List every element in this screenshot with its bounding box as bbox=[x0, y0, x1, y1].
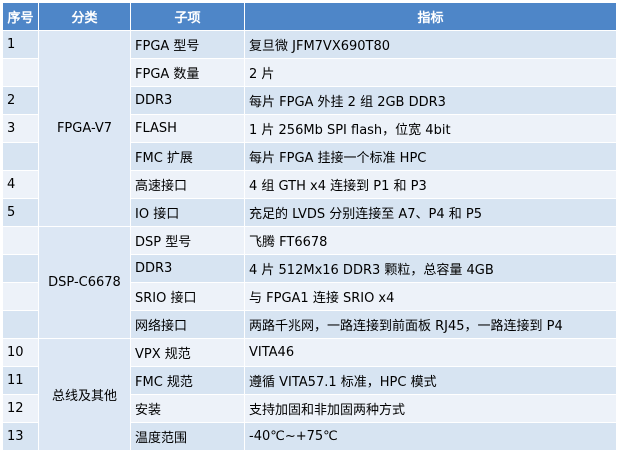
row-item: DDR3 bbox=[130, 86, 245, 115]
row-spec: 充足的 LVDS 分别连接至 A7、P4 和 P5 bbox=[244, 198, 617, 227]
category-fpga: FPGA-V7 bbox=[38, 30, 131, 227]
row-item: SRIO 接口 bbox=[130, 282, 245, 311]
table-row: DSP-C6678 DSP 型号 飞腾 FT6678 bbox=[2, 226, 617, 339]
row-item: VPX 规范 bbox=[130, 338, 245, 367]
row-number bbox=[2, 142, 39, 171]
row-number: 11 bbox=[2, 366, 39, 395]
row-spec: 每片 FPGA 挂接一个标准 HPC bbox=[244, 142, 617, 171]
row-spec: 飞腾 FT6678 bbox=[244, 226, 617, 255]
row-number bbox=[2, 254, 39, 283]
row-spec: 支持加固和非加固两种方式 bbox=[244, 394, 617, 423]
row-number: 5 bbox=[2, 198, 39, 227]
row-number: 10 bbox=[2, 338, 39, 367]
row-spec: 与 FPGA1 连接 SRIO x4 bbox=[244, 282, 617, 311]
header-spec: 指标 bbox=[244, 2, 617, 31]
row-item: 温度范围 bbox=[130, 422, 245, 451]
row-number bbox=[2, 58, 39, 87]
row-number bbox=[2, 282, 39, 311]
row-number: 4 bbox=[2, 170, 39, 199]
header-item: 子项 bbox=[130, 2, 245, 31]
row-number: 3 bbox=[2, 114, 39, 143]
row-item: DDR3 bbox=[130, 254, 245, 283]
row-item: FPGA 型号 bbox=[130, 30, 245, 59]
spec-table: 序号 分类 子项 指标 1 FPGA-V7 FPGA 型号 复旦微 JFM7VX… bbox=[2, 2, 617, 451]
row-spec: 4 片 512Mx16 DDR3 颗粒，总容量 4GB bbox=[244, 254, 617, 283]
header-no: 序号 bbox=[2, 2, 39, 31]
row-spec: 复旦微 JFM7VX690T80 bbox=[244, 30, 617, 59]
row-item: FMC 扩展 bbox=[130, 142, 245, 171]
row-item: IO 接口 bbox=[130, 198, 245, 227]
row-spec: 1 片 256Mb SPI flash，位宽 4bit bbox=[244, 114, 617, 143]
row-number bbox=[2, 310, 39, 339]
row-item: 网络接口 bbox=[130, 310, 245, 339]
row-spec: 4 组 GTH x4 连接到 P1 和 P3 bbox=[244, 170, 617, 199]
row-item: 高速接口 bbox=[130, 170, 245, 199]
header-category: 分类 bbox=[38, 2, 131, 31]
row-spec: 每片 FPGA 外挂 2 组 2GB DDR3 bbox=[244, 86, 617, 115]
header-row: 序号 分类 子项 指标 bbox=[2, 2, 617, 31]
row-spec: 两路千兆网，一路连接到前面板 RJ45，一路连接到 P4 bbox=[244, 310, 617, 339]
category-dsp: DSP-C6678 bbox=[38, 226, 131, 339]
row-item: FPGA 数量 bbox=[130, 58, 245, 87]
row-item: FMC 规范 bbox=[130, 366, 245, 395]
category-bus: 总线及其他 bbox=[38, 338, 131, 451]
row-number: 2 bbox=[2, 86, 39, 115]
row-spec: -40℃~+75℃ bbox=[244, 422, 617, 451]
row-spec: 遵循 VITA57.1 标准，HPC 模式 bbox=[244, 366, 617, 395]
row-item: DSP 型号 bbox=[130, 226, 245, 255]
table-row: 1 FPGA-V7 FPGA 型号 复旦微 JFM7VX690T80 bbox=[2, 30, 617, 227]
row-spec: 2 片 bbox=[244, 58, 617, 87]
row-number bbox=[2, 226, 39, 255]
row-item: 安装 bbox=[130, 394, 245, 423]
row-number: 13 bbox=[2, 422, 39, 451]
row-number: 1 bbox=[2, 30, 39, 59]
row-spec: VITA46 bbox=[244, 338, 617, 367]
table-row: 10 总线及其他 VPX 规范 VITA46 bbox=[2, 338, 617, 451]
row-item: FLASH bbox=[130, 114, 245, 143]
row-number: 12 bbox=[2, 394, 39, 423]
